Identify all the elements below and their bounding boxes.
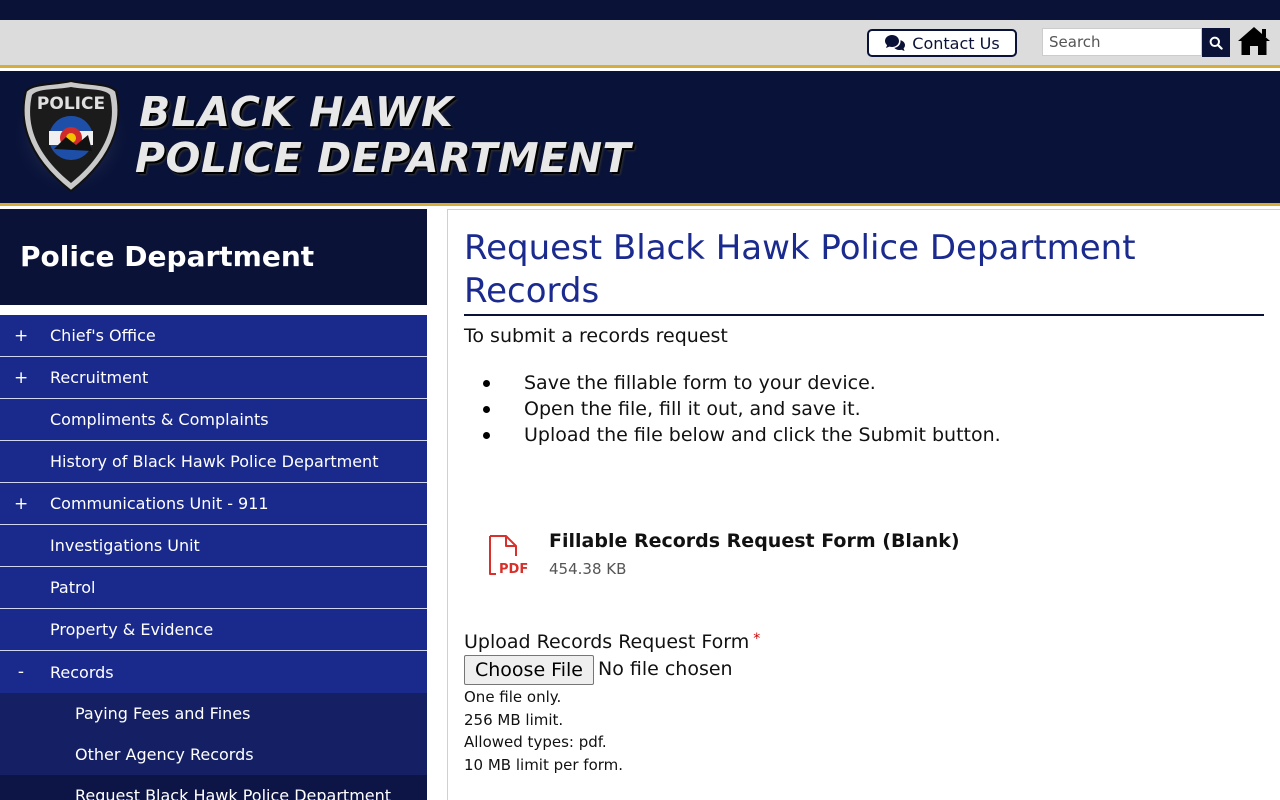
sidebar-item-records[interactable]: - Records [0,651,427,693]
pdf-icon-label: PDF [499,562,528,576]
help-line: 10 MB limit per form. [464,755,624,774]
file-status-text: No file chosen [598,658,733,680]
help-line: Allowed types: pdf. [464,733,607,751]
sidebar-item-recruitment[interactable]: + Recruitment [0,357,427,399]
page-title: Request Black Hawk Police Department Rec… [464,227,1264,316]
sidebar-item-label: Patrol [50,578,96,597]
sidebar-item-patrol[interactable]: Patrol [0,567,427,609]
site-banner: POLICE BLACK HAWK POLICE DEPARTMENT [0,71,1280,206]
upload-field-label: Upload Records Request Form * [464,631,760,653]
chat-bubbles-icon [885,35,906,51]
utility-bar: Contact Us [0,20,1280,68]
sidebar-item-label: Records [50,662,114,682]
sidebar-subitem-other-agency-records[interactable]: Other Agency Records [0,734,427,775]
sidebar-subitem-paying-fees[interactable]: Paying Fees and Fines [0,693,427,734]
list-item: Open the file, fill it out, and save it. [464,396,1001,422]
intro-text: To submit a records request [464,325,728,347]
banner-line-1: BLACK HAWK [139,88,454,136]
search-input[interactable] [1042,28,1202,56]
help-line: 256 MB limit. [464,710,564,729]
file-link[interactable]: Fillable Records Request Form (Blank) [549,530,960,552]
list-item: Upload the file below and click the Subm… [464,422,1001,448]
banner-title: BLACK HAWK POLICE DEPARTMENT [135,89,631,182]
main-content: Request Black Hawk Police Department Rec… [447,209,1280,800]
sidebar-item-label: Chief's Office [50,326,156,345]
sidebar-item-property-evidence[interactable]: Property & Evidence [0,609,427,651]
sidebar-item-label: Property & Evidence [50,620,214,639]
contact-us-button[interactable]: Contact Us [867,29,1017,57]
sidebar-item-label: History of Black Hawk Police Department [50,452,379,471]
banner-line-2: POLICE DEPARTMENT [135,134,631,183]
steps-list: Save the fillable form to your device. O… [464,370,1001,448]
sidebar-item-chiefs-office[interactable]: + Chief's Office [0,315,427,357]
expand-toggle[interactable]: + [14,326,28,346]
file-size: 454.38 KB [549,560,627,578]
sidebar-list: + Chief's Office + Recruitment Complimen… [0,315,427,800]
collapse-toggle[interactable]: - [14,662,28,682]
sidebar-item-label: Compliments & Complaints [50,410,269,429]
police-badge-logo[interactable]: POLICE [10,75,132,197]
upload-help-text: One file only. 256 MB limit. Allowed typ… [464,686,623,776]
top-strip [0,0,1280,20]
contact-us-label: Contact Us [912,33,1000,53]
help-line: One file only. [464,688,562,706]
upload-label-text: Upload Records Request Form [464,631,750,653]
list-item: Save the fillable form to your device. [464,370,1001,396]
sidebar-item-label: Investigations Unit [50,536,200,555]
sidebar-item-history[interactable]: History of Black Hawk Police Department [0,441,427,483]
sidebar-title: Police Department [0,209,427,305]
sidebar-item-label: Communications Unit - 911 [50,494,269,513]
expand-toggle[interactable]: + [14,494,28,514]
search-button[interactable] [1202,28,1230,57]
search-icon [1209,36,1223,50]
home-icon[interactable] [1237,25,1271,57]
sidebar-subitem-request-records[interactable]: Request Black Hawk Police Department [0,775,427,800]
sidebar-item-compliments-complaints[interactable]: Compliments & Complaints [0,399,427,441]
expand-toggle[interactable]: + [14,368,28,388]
sidebar-item-investigations[interactable]: Investigations Unit [0,525,427,567]
badge-text: POLICE [37,94,105,114]
pdf-file-icon: PDF [489,535,528,576]
choose-file-button[interactable]: Choose File [464,655,594,685]
sidebar-item-label: Recruitment [50,368,149,387]
sidebar-nav: Police Department + Chief's Office + Rec… [0,209,427,800]
required-marker: * [753,631,761,647]
sidebar-item-communications-911[interactable]: + Communications Unit - 911 [0,483,427,525]
